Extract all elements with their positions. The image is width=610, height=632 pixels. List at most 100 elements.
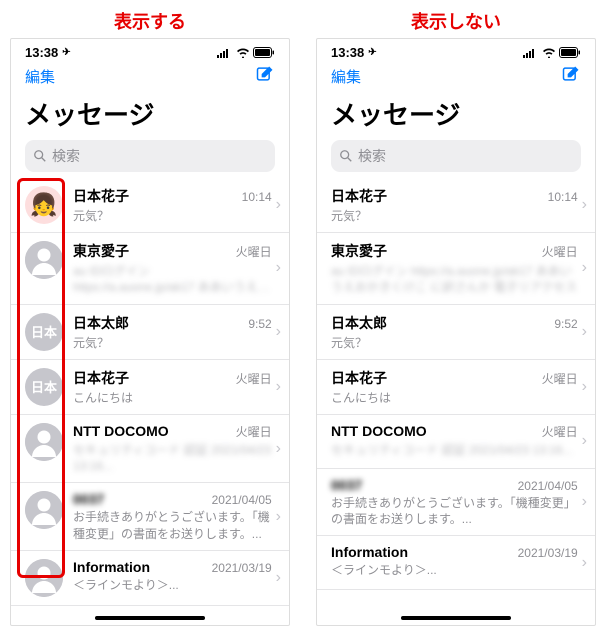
contact-name: 日本花子 <box>73 368 129 388</box>
conversation-row[interactable]: 東京愛子 火曜日 au IDログイン https://a.auone.jp/ak… <box>11 233 289 304</box>
chevron-right-icon: › <box>578 554 587 572</box>
column-label-show: 表示する <box>10 6 290 38</box>
message-preview: ＜ラインモより＞... <box>73 577 272 593</box>
page-title: メッセージ <box>11 91 289 140</box>
timestamp: 火曜日 <box>542 243 578 260</box>
contact-name: 日本太郎 <box>73 313 129 333</box>
compose-icon[interactable] <box>255 64 275 89</box>
conversation-list: 👧 日本花子 10:14 元気？ › 東京愛子 火曜日 au IDログイン ht… <box>11 178 289 606</box>
chevron-right-icon: › <box>272 440 281 458</box>
search-icon <box>33 149 47 163</box>
message-preview: セキュリティコード 認証 2021/04/23 13:16... <box>331 442 578 458</box>
conversation-row[interactable]: 0037 2021/04/05 お手続きありがとうございます。「機種変更」の書面… <box>317 469 595 536</box>
avatar <box>25 241 63 279</box>
message-preview: 元気？ <box>331 208 578 224</box>
chevron-right-icon: › <box>272 508 281 526</box>
page-title: メッセージ <box>317 91 595 140</box>
timestamp: 2021/03/19 <box>518 546 578 560</box>
contact-name: NTT DOCOMO <box>331 423 427 439</box>
chevron-right-icon: › <box>578 432 587 450</box>
conversation-row[interactable]: NTT DOCOMO 火曜日 セキュリティコード 認証 2021/04/23 1… <box>317 415 595 469</box>
message-preview: 元気？ <box>73 208 272 224</box>
message-preview: au IDログイン https://a.auone.jp/ak17 ああいうえお… <box>73 263 272 295</box>
conversation-list: 👧 日本花子 10:14 元気？ › 東京愛子 火曜日 au IDログイン ht… <box>317 178 595 590</box>
timestamp: 2021/04/05 <box>212 493 272 507</box>
contact-name: Information <box>73 559 150 575</box>
timestamp: 火曜日 <box>236 243 272 260</box>
timestamp: 火曜日 <box>236 423 272 440</box>
status-icons <box>217 47 275 58</box>
message-preview: お手続きありがとうございます。「機種変更」の書面をお送りします。... <box>331 495 578 527</box>
conversation-row[interactable]: 日本 日本太郎 9:52 元気？ › <box>11 305 289 360</box>
contact-name: 日本太郎 <box>331 313 387 333</box>
conversation-row[interactable]: Information 2021/03/19 ＜ラインモより＞... › <box>317 536 595 590</box>
timestamp: 2021/04/05 <box>518 479 578 493</box>
conversation-row[interactable]: 日本 日本花子 火曜日 こんにちは › <box>11 360 289 415</box>
conversation-row[interactable]: 👧 日本花子 10:14 元気？ › <box>317 178 595 233</box>
message-preview: こんにちは <box>331 390 578 406</box>
timestamp: 火曜日 <box>542 423 578 440</box>
chevron-right-icon: › <box>578 493 587 511</box>
avatar <box>25 423 63 461</box>
avatar: 日本 <box>25 368 63 406</box>
phone-right: 13:38 ✈ 編集 メッセージ 検索 👧 日本花子 10:14 元気？ › <box>316 38 596 626</box>
chevron-right-icon: › <box>578 323 587 341</box>
contact-name: 0037 <box>73 491 104 507</box>
status-bar: 13:38 ✈ <box>317 39 595 62</box>
chevron-right-icon: › <box>578 196 587 214</box>
status-time: 13:38 <box>331 45 364 60</box>
search-placeholder: 検索 <box>358 146 386 166</box>
contact-name: 日本花子 <box>331 186 387 206</box>
message-preview: セキュリティコード 認証 2021/04/23 13:16... <box>73 442 272 474</box>
status-bar: 13:38 ✈ <box>11 39 289 62</box>
contact-name: NTT DOCOMO <box>73 423 169 439</box>
contact-name: 日本花子 <box>73 186 129 206</box>
message-preview: 元気？ <box>331 335 578 351</box>
location-icon: ✈ <box>368 47 376 58</box>
message-preview: お手続きありがとうございます。「機種変更」の書面をお送りします。... <box>73 509 272 541</box>
search-input[interactable]: 検索 <box>331 140 581 172</box>
edit-button[interactable]: 編集 <box>331 66 361 87</box>
message-preview: au IDログイン https://a.auone.jp/ak17 ああいうえお… <box>331 263 578 295</box>
message-preview: こんにちは <box>73 390 272 406</box>
chevron-right-icon: › <box>272 323 281 341</box>
search-input[interactable]: 検索 <box>25 140 275 172</box>
message-preview: ＜ラインモより＞... <box>331 562 578 578</box>
chevron-right-icon: › <box>272 569 281 587</box>
phone-left: 13:38 ✈ 編集 メッセージ 検索 👧 日本花子 10:14 元気？ › <box>10 38 290 626</box>
conversation-row[interactable]: 東京愛子 火曜日 au IDログイン https://a.auone.jp/ak… <box>317 233 595 304</box>
conversation-row[interactable]: 0037 2021/04/05 お手続きありがとうございます。「機種変更」の書面… <box>11 483 289 550</box>
search-placeholder: 検索 <box>52 146 80 166</box>
timestamp: 火曜日 <box>236 370 272 387</box>
home-indicator <box>95 616 205 620</box>
avatar <box>25 559 63 597</box>
contact-name: 東京愛子 <box>331 241 387 261</box>
status-time: 13:38 <box>25 45 58 60</box>
conversation-row[interactable]: NTT DOCOMO 火曜日 セキュリティコード 認証 2021/04/23 1… <box>11 415 289 483</box>
chevron-right-icon: › <box>272 259 281 277</box>
search-icon <box>339 149 353 163</box>
conversation-row[interactable]: 日本 日本花子 火曜日 こんにちは › <box>317 360 595 415</box>
compose-icon[interactable] <box>561 64 581 89</box>
column-label-hide: 表示しない <box>316 6 596 38</box>
avatar: 👧 <box>25 186 63 224</box>
timestamp: 9:52 <box>554 317 577 331</box>
timestamp: 火曜日 <box>542 370 578 387</box>
location-icon: ✈ <box>62 47 70 58</box>
timestamp: 10:14 <box>242 190 272 204</box>
edit-button[interactable]: 編集 <box>25 66 55 87</box>
conversation-row[interactable]: 👧 日本花子 10:14 元気？ › <box>11 178 289 233</box>
message-preview: 元気？ <box>73 335 272 351</box>
chevron-right-icon: › <box>272 378 281 396</box>
contact-name: 日本花子 <box>331 368 387 388</box>
chevron-right-icon: › <box>272 196 281 214</box>
avatar: 日本 <box>25 313 63 351</box>
contact-name: 0037 <box>331 477 362 493</box>
conversation-row[interactable]: Information 2021/03/19 ＜ラインモより＞... › <box>11 551 289 606</box>
conversation-row[interactable]: 日本 日本太郎 9:52 元気？ › <box>317 305 595 360</box>
contact-name: 東京愛子 <box>73 241 129 261</box>
chevron-right-icon: › <box>578 378 587 396</box>
timestamp: 10:14 <box>548 190 578 204</box>
timestamp: 9:52 <box>248 317 271 331</box>
chevron-right-icon: › <box>578 259 587 277</box>
